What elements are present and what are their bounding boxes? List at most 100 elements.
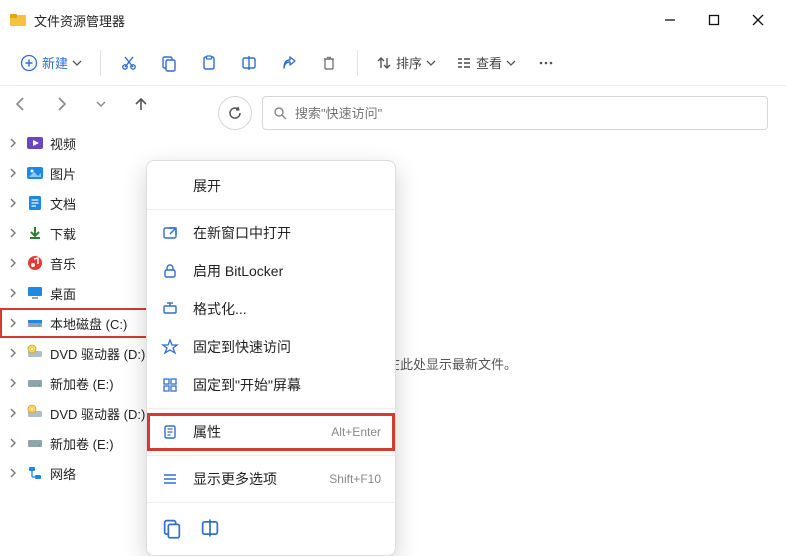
download-icon [26,224,44,242]
sidebar-item-label: 音乐 [50,254,76,273]
sidebar-item-label: 图片 [50,164,76,183]
pictures-icon [26,164,44,182]
open-window-icon [161,224,179,242]
more-button[interactable] [528,47,564,79]
chevron-right-icon [6,256,20,270]
drive-icon [26,434,44,452]
share-button[interactable] [271,47,307,79]
separator [147,408,395,409]
properties-icon [161,423,179,441]
ctx-open-new-window[interactable]: 在新窗口中打开 [147,214,395,252]
sidebar-item-label: 下载 [50,224,76,243]
ctx-show-more[interactable]: 显示更多选项 Shift+F10 [147,460,395,498]
ctx-expand[interactable]: 展开 [147,167,395,205]
sidebar-item-label: 视频 [50,134,76,153]
address-search-row [218,96,768,130]
ctx-format[interactable]: 格式化... [147,290,395,328]
delete-button[interactable] [311,47,347,79]
new-label: 新建 [42,53,68,72]
dvd-icon [26,404,44,422]
network-icon [26,464,44,482]
ctx-properties[interactable]: 属性 Alt+Enter [147,413,395,451]
refresh-button[interactable] [218,96,252,130]
close-button[interactable] [736,0,780,40]
copy-mini-icon[interactable] [161,517,183,539]
pin-start-icon [161,376,179,394]
more-icon [161,470,179,488]
format-icon [161,300,179,318]
ctx-pin-start[interactable]: 固定到"开始"屏幕 [147,366,395,404]
chevron-right-icon [6,226,20,240]
ctx-accel: Alt+Enter [331,425,381,439]
sidebar-item-label: DVD 驱动器 (D:) [50,344,145,363]
paste-button[interactable] [191,47,227,79]
context-menu-icon-row [147,507,395,549]
maximize-button[interactable] [692,0,736,40]
search-box[interactable] [262,96,768,130]
lock-icon [161,262,179,280]
dvd-icon [26,344,44,362]
separator [100,50,101,76]
sidebar-item-label: 本地磁盘 (C:) [50,314,127,333]
context-menu: 展开 在新窗口中打开 启用 BitLocker 格式化... 固定到快速访问 固… [146,160,396,556]
chevron-right-icon [6,316,20,330]
search-input[interactable] [295,106,757,121]
ctx-label: 固定到"开始"屏幕 [193,375,381,395]
chevron-right-icon [6,406,20,420]
view-button[interactable]: 查看 [448,47,524,79]
ctx-pin-quick-access[interactable]: 固定到快速访问 [147,328,395,366]
sort-button[interactable]: 排序 [368,47,444,79]
ctx-bitlocker[interactable]: 启用 BitLocker [147,252,395,290]
chevron-right-icon [6,286,20,300]
chevron-right-icon [6,376,20,390]
back-button[interactable] [6,89,36,119]
document-icon [26,194,44,212]
sort-label: 排序 [396,53,422,72]
chevron-right-icon [6,136,20,150]
ctx-label: 属性 [193,422,317,442]
toolbar: 新建 排序 查看 [0,40,786,86]
ctx-label: 格式化... [193,299,381,319]
sidebar-item-label: 文档 [50,194,76,213]
sidebar-item-label: DVD 驱动器 (D:) [50,404,145,423]
ctx-label: 展开 [193,176,381,196]
rename-mini-icon[interactable] [199,517,221,539]
recent-dropdown[interactable] [86,89,116,119]
chevron-right-icon [6,466,20,480]
drive-icon [26,374,44,392]
copy-button[interactable] [151,47,187,79]
minimize-button[interactable] [648,0,692,40]
ctx-accel: Shift+F10 [329,472,381,486]
pin-icon [161,338,179,356]
sidebar-item-label: 网络 [50,464,76,483]
ctx-label: 在新窗口中打开 [193,223,381,243]
folder-icon [10,12,26,28]
video-icon [26,134,44,152]
separator [147,209,395,210]
sidebar-item-label: 桌面 [50,284,76,303]
nav-row [0,86,200,122]
new-button[interactable]: 新建 [12,47,90,79]
cut-button[interactable] [111,47,147,79]
ctx-label: 启用 BitLocker [193,261,381,281]
up-button[interactable] [126,89,156,119]
separator [357,50,358,76]
title-bar: 文件资源管理器 [0,0,786,40]
drive-icon [26,314,44,332]
forward-button[interactable] [46,89,76,119]
chevron-right-icon [6,436,20,450]
sidebar-item-videos[interactable]: 视频 [0,128,200,158]
rename-button[interactable] [231,47,267,79]
sidebar-item-label: 新加卷 (E:) [50,374,114,393]
ctx-label: 固定到快速访问 [193,337,381,357]
separator [147,455,395,456]
chevron-right-icon [6,346,20,360]
ctx-label: 显示更多选项 [193,469,315,489]
separator [147,502,395,503]
view-label: 查看 [476,53,502,72]
chevron-right-icon [6,166,20,180]
search-icon [273,106,287,120]
window-title: 文件资源管理器 [34,11,125,30]
chevron-right-icon [6,196,20,210]
sidebar-item-label: 新加卷 (E:) [50,434,114,453]
